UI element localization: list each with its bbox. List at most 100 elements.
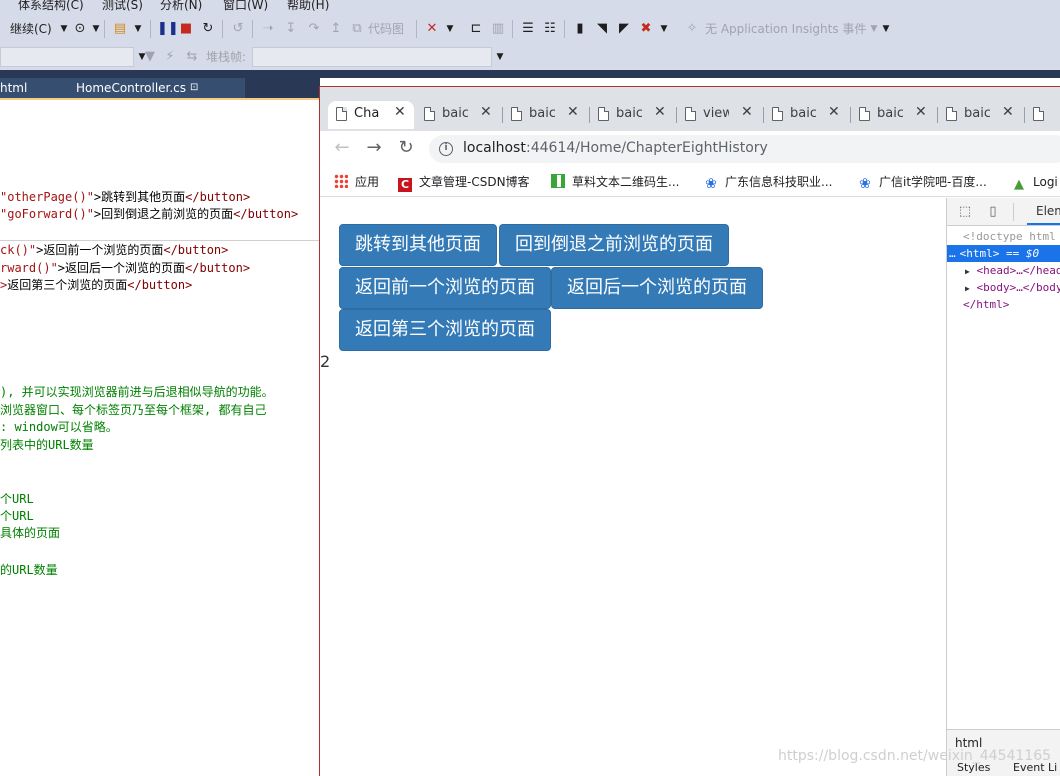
target-icon[interactable]: ⊙ (72, 21, 88, 37)
code-comment: : window可以省略。 (0, 420, 118, 434)
stack-frame-dropdown[interactable] (252, 47, 492, 67)
go-third-page-button[interactable]: 返回第三个浏览的页面 (339, 309, 551, 351)
code-map-button[interactable]: 代码图 (368, 21, 404, 37)
bookmark-gdit[interactable]: ❀ 广东信息科技职业... (704, 174, 832, 191)
bookmark-label: Logi (1033, 175, 1058, 189)
bookmark-apps[interactable]: 应用 (334, 174, 379, 190)
back-arrow-icon[interactable]: ← (332, 138, 352, 158)
browser-tab[interactable]: baic ✕ (851, 101, 938, 129)
code-map-icon[interactable]: ⧉ (349, 21, 365, 37)
page-icon (772, 107, 783, 121)
chevron-down-icon[interactable]: ▼ (88, 21, 104, 37)
bookmark-icon[interactable]: ▮ (572, 21, 588, 37)
go-back-button[interactable]: 返回前一个浏览的页面 (339, 267, 551, 309)
step-out-icon[interactable]: ↥ (328, 21, 344, 37)
close-icon[interactable]: ✕ (828, 104, 840, 120)
show-next-statement-icon[interactable]: ➝ (260, 21, 276, 37)
menu-analyze[interactable]: 分析(N) (160, 0, 202, 13)
toolbar-separator (564, 20, 565, 38)
chevron-down-icon[interactable]: ▼ (442, 21, 458, 37)
tab-title: baic (529, 106, 555, 121)
watermark-text: https://blog.csdn.net/weixin_44541165 (778, 748, 1052, 764)
stop-icon[interactable]: ■ (178, 21, 194, 37)
browser-tab[interactable]: baic ✕ (503, 101, 590, 129)
code-comment: 具体的页面 (0, 526, 61, 540)
menu-architecture[interactable]: 体系结构(C) (18, 0, 84, 13)
chevron-down-icon[interactable]: ▼ (656, 21, 672, 37)
bookmarks-bar: 应用 C 文章管理-CSDN博客 草料文本二维码生... ❀ 广东信息科技职业...… (320, 167, 1060, 197)
bookmark-logi[interactable]: ▲ Logi (1012, 174, 1058, 192)
step-into-icon[interactable]: ↧ (283, 21, 299, 37)
dom-body[interactable]: ▶ <body>…</body> (947, 279, 1060, 296)
hot-reload-icon[interactable]: ↺ (230, 21, 246, 37)
explorer-icon[interactable]: ▤ (112, 21, 128, 37)
browser-tab[interactable]: baic ✕ (764, 101, 851, 129)
menu-test[interactable]: 测试(S) (102, 0, 143, 13)
restart-icon[interactable]: ↻ (200, 21, 216, 37)
process-dropdown[interactable] (0, 47, 134, 67)
address-bar[interactable]: i localhost :44614/Home/ChapterEightHist… (429, 135, 1060, 163)
browser-tab[interactable]: baic ✕ (938, 101, 1025, 129)
stack-icon[interactable]: ⇆ (184, 49, 200, 65)
clear-filter-icon[interactable]: ⚡ (162, 49, 178, 65)
chevron-down-icon[interactable]: ▼ (130, 21, 146, 37)
chevron-down-icon[interactable]: ▼ (56, 21, 72, 37)
clear-bookmarks-icon[interactable]: ✖ (638, 21, 654, 37)
goto-other-page-button[interactable]: 跳转到其他页面 (339, 224, 497, 266)
bookmark-qr[interactable]: 草料文本二维码生... (551, 174, 679, 190)
close-icon[interactable]: ✕ (654, 104, 666, 120)
forward-arrow-icon[interactable]: → (364, 138, 384, 158)
code-editor[interactable]: "otherPage()">跳转到其他页面</button> "goForwar… (0, 100, 320, 776)
devtools-panel: ⬚ ▯ Elem <!doctype html …<html> == $0 ▶ … (946, 198, 1060, 776)
close-icon[interactable]: ✕ (480, 104, 492, 120)
thread-icon[interactable]: ⊏ (468, 21, 484, 37)
reload-icon[interactable]: ↻ (396, 138, 416, 158)
breakpoints-icon[interactable]: ✕ (424, 21, 440, 37)
device-toggle-icon[interactable]: ▯ (985, 204, 1001, 220)
chevron-down-icon[interactable]: ▼ (878, 21, 894, 37)
go-forward-button[interactable]: 回到倒退之前浏览的页面 (499, 224, 729, 266)
page-icon (1033, 107, 1044, 121)
close-icon[interactable]: ✕ (1002, 104, 1014, 120)
tab-elements[interactable]: Elem (1036, 204, 1060, 218)
format-icon[interactable]: ▥ (490, 21, 506, 37)
menu-help[interactable]: 帮助(H) (287, 0, 329, 13)
close-icon[interactable]: ✕ (394, 104, 406, 120)
menu-window[interactable]: 窗口(W) (223, 0, 268, 13)
uncomment-icon[interactable]: ☷ (542, 21, 558, 37)
bookmark-tieba[interactable]: ❀ 广信it学院吧-百度... (858, 174, 987, 191)
tab-title: baic (964, 106, 990, 121)
continue-button[interactable]: 继续(C) (10, 21, 52, 37)
prev-bookmark-icon[interactable]: ◥ (594, 21, 610, 37)
page-icon (598, 107, 609, 121)
tab-html-file[interactable]: html (0, 78, 27, 98)
browser-tab[interactable] (1025, 101, 1060, 129)
code-line: >返回第三个浏览的页面</button> (0, 278, 193, 292)
filter-icon[interactable]: ▼ (142, 49, 158, 65)
pause-icon[interactable]: ❚❚ (157, 21, 179, 37)
browser-tab-active[interactable]: Cha ✕ (328, 101, 414, 129)
chevron-down-icon[interactable]: ▼ (492, 49, 508, 65)
next-bookmark-icon[interactable]: ◤ (616, 21, 632, 37)
close-icon[interactable]: ✕ (915, 104, 927, 120)
insights-events[interactable]: 无 Application Insights 事件 (705, 21, 866, 37)
inspect-icon[interactable]: ⬚ (957, 204, 973, 220)
info-icon[interactable]: i (439, 142, 453, 156)
insights-icon[interactable]: ✧ (684, 21, 700, 37)
pin-icon[interactable]: ⊡ (190, 78, 198, 98)
step-over-icon[interactable]: ↷ (306, 21, 322, 37)
dom-head[interactable]: ▶ <head>…</head> (947, 262, 1060, 279)
dom-doctype[interactable]: <!doctype html (947, 228, 1060, 245)
browser-tab[interactable]: baic ✕ (590, 101, 677, 129)
tab-homecontroller[interactable]: HomeController.cs (76, 78, 186, 98)
browser-tab[interactable]: baic ✕ (416, 101, 503, 129)
go-next-button[interactable]: 返回后一个浏览的页面 (551, 267, 763, 309)
dom-html-close[interactable]: </html> (947, 296, 1060, 313)
devtools-toolbar: ⬚ ▯ Elem (947, 198, 1060, 226)
close-icon[interactable]: ✕ (741, 104, 753, 120)
comment-icon[interactable]: ☰ (520, 21, 536, 37)
browser-tab[interactable]: view ✕ (677, 101, 764, 129)
dom-html-selected[interactable]: … <html> == $0 (947, 245, 1060, 262)
bookmark-csdn[interactable]: C 文章管理-CSDN博客 (398, 174, 530, 192)
close-icon[interactable]: ✕ (567, 104, 579, 120)
